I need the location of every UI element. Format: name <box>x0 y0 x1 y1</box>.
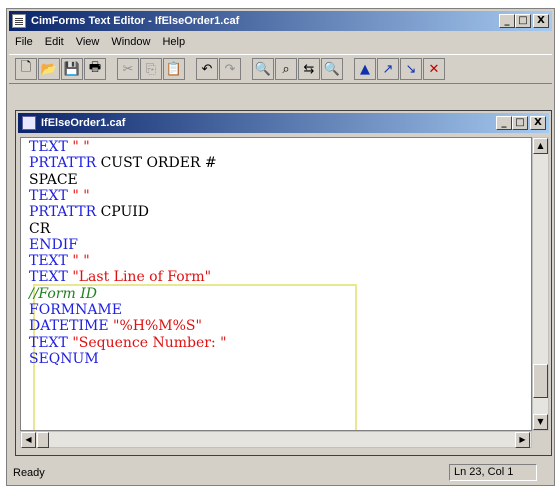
doc-maximize-button[interactable]: □ <box>512 116 528 130</box>
vertical-scroll-thumb[interactable] <box>533 364 548 398</box>
code-line: TEXT "Sequence Number: " <box>29 335 227 351</box>
code-line: TEXT " " <box>29 253 90 269</box>
cursor-position: Ln 23, Col 1 <box>449 464 537 481</box>
bookmark-prev-icon[interactable]: ↘ <box>400 58 422 80</box>
code-editor[interactable]: TEXT " " PRTATTR CUST ORDER # SPACE TEXT " … <box>20 137 532 431</box>
new-icon[interactable]: 🗋 <box>15 58 37 80</box>
code-token: TEXT <box>29 334 73 351</box>
undo-icon[interactable]: ↶ <box>196 58 218 80</box>
copy-icon[interactable]: ⎘ <box>140 58 162 80</box>
scroll-up-icon[interactable]: ▲ <box>533 138 548 154</box>
menu-edit[interactable]: Edit <box>39 36 70 48</box>
window-controls: _ □ X <box>499 14 549 28</box>
code-line: PRTATTR CUST ORDER # <box>29 155 217 171</box>
doc-minimize-button[interactable]: _ <box>496 116 512 130</box>
redo-icon[interactable]: ↷ <box>219 58 241 80</box>
code-line: TEXT " " <box>29 188 90 204</box>
code-token: PRTATTR <box>29 155 101 172</box>
menu-file[interactable]: File <box>9 36 39 48</box>
doc-close-button[interactable]: X <box>530 116 546 130</box>
maximize-button[interactable]: □ <box>515 14 531 28</box>
code-token: FORMNAME <box>29 302 122 318</box>
title-bar[interactable]: CimForms Text Editor - IfElseOrder1.caf … <box>9 11 552 31</box>
print-icon[interactable]: 🖶 <box>84 58 106 80</box>
bookmark-next-icon[interactable]: ↗ <box>377 58 399 80</box>
paste-icon[interactable]: 📋 <box>163 58 185 80</box>
code-token: TEXT <box>29 139 73 155</box>
window-title: CimForms Text Editor - IfElseOrder1.caf <box>31 15 240 27</box>
code-token: PRTATTR <box>29 204 101 221</box>
save-icon[interactable]: 💾 <box>61 58 83 80</box>
find-icon[interactable]: 🔍 <box>252 58 274 80</box>
code-line: TEXT "Last Line of Form" <box>29 269 211 285</box>
scroll-down-icon[interactable]: ▼ <box>533 414 548 430</box>
code-token: TEXT <box>29 269 73 286</box>
resize-grip-icon[interactable] <box>532 431 549 448</box>
menu-view[interactable]: View <box>70 36 106 48</box>
code-token: TEXT <box>29 187 73 204</box>
code-token: " " <box>72 187 90 204</box>
find-next-icon[interactable]: ⌕ <box>275 58 297 80</box>
document-icon[interactable] <box>22 116 36 130</box>
code-token: CPUID <box>100 204 150 221</box>
scroll-right-icon[interactable]: ▶ <box>515 432 530 448</box>
vertical-scrollbar[interactable]: ▲ ▼ <box>532 137 549 431</box>
code-token: SEQNUM <box>29 350 99 367</box>
code-token: "%H%M%S" <box>113 318 202 335</box>
code-token: CR <box>29 220 51 237</box>
close-button[interactable]: X <box>533 14 549 28</box>
code-token: " " <box>72 253 90 270</box>
document-title: IfElseOrder1.caf <box>41 117 126 129</box>
minimize-button[interactable]: _ <box>499 14 515 28</box>
code-token: //Form ID <box>29 285 97 302</box>
scroll-left-icon[interactable]: ◀ <box>21 432 36 448</box>
cut-icon[interactable]: ✂ <box>117 58 139 80</box>
app-window: CimForms Text Editor - IfElseOrder1.caf … <box>6 8 555 486</box>
status-bar: Ready Ln 23, Col 1 <box>9 463 552 483</box>
code-line: //Form ID <box>29 286 97 302</box>
document-window: IfElseOrder1.caf _ □ X TEXT " " PRTATTR C… <box>15 110 552 456</box>
code-token: SPACE <box>29 171 78 188</box>
code-line: FORMNAME <box>29 302 122 318</box>
bookmark-clear-icon[interactable]: ✕ <box>423 58 445 80</box>
code-line: PRTATTR CPUID <box>29 204 149 220</box>
document-window-controls: _ □ X <box>496 116 546 130</box>
code-token: DATETIME <box>29 318 113 335</box>
status-text: Ready <box>13 467 45 479</box>
code-token: "Sequence Number: " <box>72 334 227 351</box>
menu-window[interactable]: Window <box>105 36 156 48</box>
code-token: CUST ORDER # <box>100 155 217 172</box>
code-line: TEXT " " <box>29 139 90 155</box>
replace-icon[interactable]: ⇆ <box>298 58 320 80</box>
app-icon[interactable] <box>12 14 26 28</box>
open-icon[interactable]: 📂 <box>38 58 60 80</box>
menu-bar: File Edit View Window Help <box>9 33 552 51</box>
code-token: TEXT <box>29 253 73 270</box>
document-title-bar[interactable]: IfElseOrder1.caf _ □ X <box>18 113 549 133</box>
bookmark-icon[interactable]: ▲ <box>354 58 376 80</box>
code-line: SEQNUM <box>29 351 99 367</box>
code-line: DATETIME "%H%M%S" <box>29 318 202 334</box>
code-token: "Last Line of Form" <box>72 269 212 286</box>
horizontal-scroll-thumb[interactable] <box>37 432 49 448</box>
code-line: SPACE <box>29 172 78 188</box>
code-token: " " <box>72 139 90 155</box>
horizontal-scrollbar[interactable]: ◀ ▶ <box>20 431 532 448</box>
menu-help[interactable]: Help <box>156 36 191 48</box>
find-red-icon[interactable]: 🔍 <box>321 58 343 80</box>
code-line: CR <box>29 221 50 237</box>
code-line: ENDIF <box>29 237 78 253</box>
toolbar: 🗋 📂 💾 🖶 ✂ ⎘ 📋 ↶ ↷ 🔍 ⌕ ⇆ 🔍 ▲ ↗ ↘ ✕ <box>9 54 552 84</box>
code-token: ENDIF <box>29 236 78 253</box>
